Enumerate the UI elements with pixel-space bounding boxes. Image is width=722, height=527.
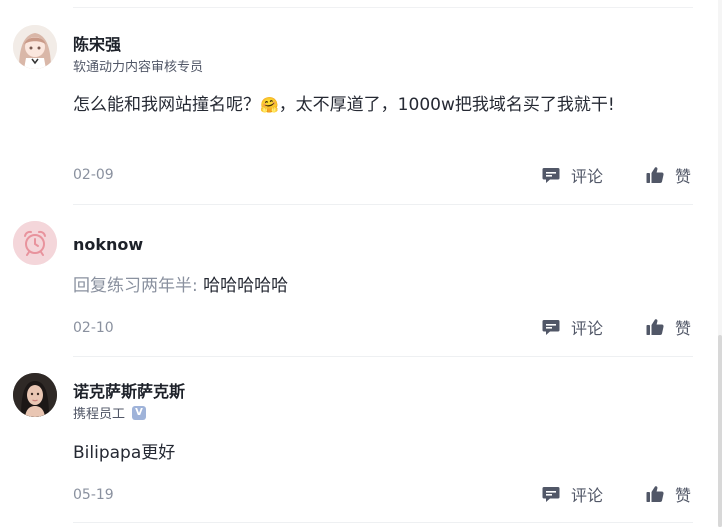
- user-title-text: 软通动力内容审核专员: [73, 60, 204, 75]
- avatar[interactable]: [13, 221, 57, 265]
- alarm-clock-icon: [13, 221, 57, 265]
- username[interactable]: 陈宋强: [73, 31, 121, 55]
- username[interactable]: noknow: [73, 235, 143, 254]
- verified-badge-icon: V: [132, 405, 147, 420]
- thumbs-up-icon: [646, 167, 664, 183]
- comment-text: 怎么能和我网站撞名呢？🤗，太不厚道了，1000w把我域名买了我就干!: [73, 91, 693, 120]
- thumbs-up-icon: [646, 319, 664, 335]
- divider: [73, 522, 693, 523]
- user-title-text: 携程员工: [73, 407, 126, 422]
- hug-emoji-icon: 🤗: [260, 96, 279, 114]
- user-title: 软通动力内容审核专员: [73, 56, 203, 75]
- comment-bubble-icon: [542, 168, 560, 183]
- scrollbar-track[interactable]: [718, 0, 722, 527]
- like-label: 赞: [675, 167, 692, 186]
- comment-text-part2: ，太不厚道了，1000w把我域名买了我就干!: [278, 95, 615, 115]
- avatar[interactable]: [13, 373, 57, 417]
- user-title: 携程员工 V: [73, 403, 147, 422]
- like-label: 赞: [675, 319, 692, 338]
- scrollbar-thumb[interactable]: [718, 335, 722, 527]
- comment-list: 陈宋强 软通动力内容审核专员 怎么能和我网站撞名呢？🤗，太不厚道了，1000w把…: [0, 0, 722, 527]
- comment-text: 回复练习两年半: 哈哈哈哈哈: [73, 272, 693, 301]
- reply-label: 评论: [571, 319, 604, 338]
- comment-date: 05-19: [73, 487, 114, 503]
- like-button[interactable]: 赞: [645, 163, 691, 187]
- divider: [73, 356, 693, 357]
- comment-text-body: 哈哈哈哈哈: [197, 276, 289, 296]
- top-divider: [73, 7, 693, 8]
- like-label: 赞: [675, 486, 692, 505]
- reply-button[interactable]: 评论: [541, 482, 603, 506]
- like-button[interactable]: 赞: [645, 482, 691, 506]
- reply-button[interactable]: 评论: [541, 315, 603, 339]
- reply-label: 评论: [571, 167, 604, 186]
- reply-button[interactable]: 评论: [541, 163, 603, 187]
- username[interactable]: 诺克萨斯萨克斯: [73, 378, 185, 402]
- thumbs-up-icon: [646, 486, 664, 502]
- reply-label: 评论: [571, 486, 604, 505]
- comment-bubble-icon: [542, 320, 560, 335]
- reply-prefix[interactable]: 回复练习两年半:: [73, 276, 198, 296]
- divider: [73, 204, 693, 205]
- comment-text-part1: 怎么能和我网站撞名呢？: [73, 95, 260, 115]
- comment-text: Bilipapa更好: [73, 443, 176, 463]
- like-button[interactable]: 赞: [645, 315, 691, 339]
- comment-date: 02-09: [73, 167, 114, 183]
- avatar[interactable]: [13, 25, 57, 69]
- comment-bubble-icon: [542, 487, 560, 502]
- comment-date: 02-10: [73, 320, 114, 336]
